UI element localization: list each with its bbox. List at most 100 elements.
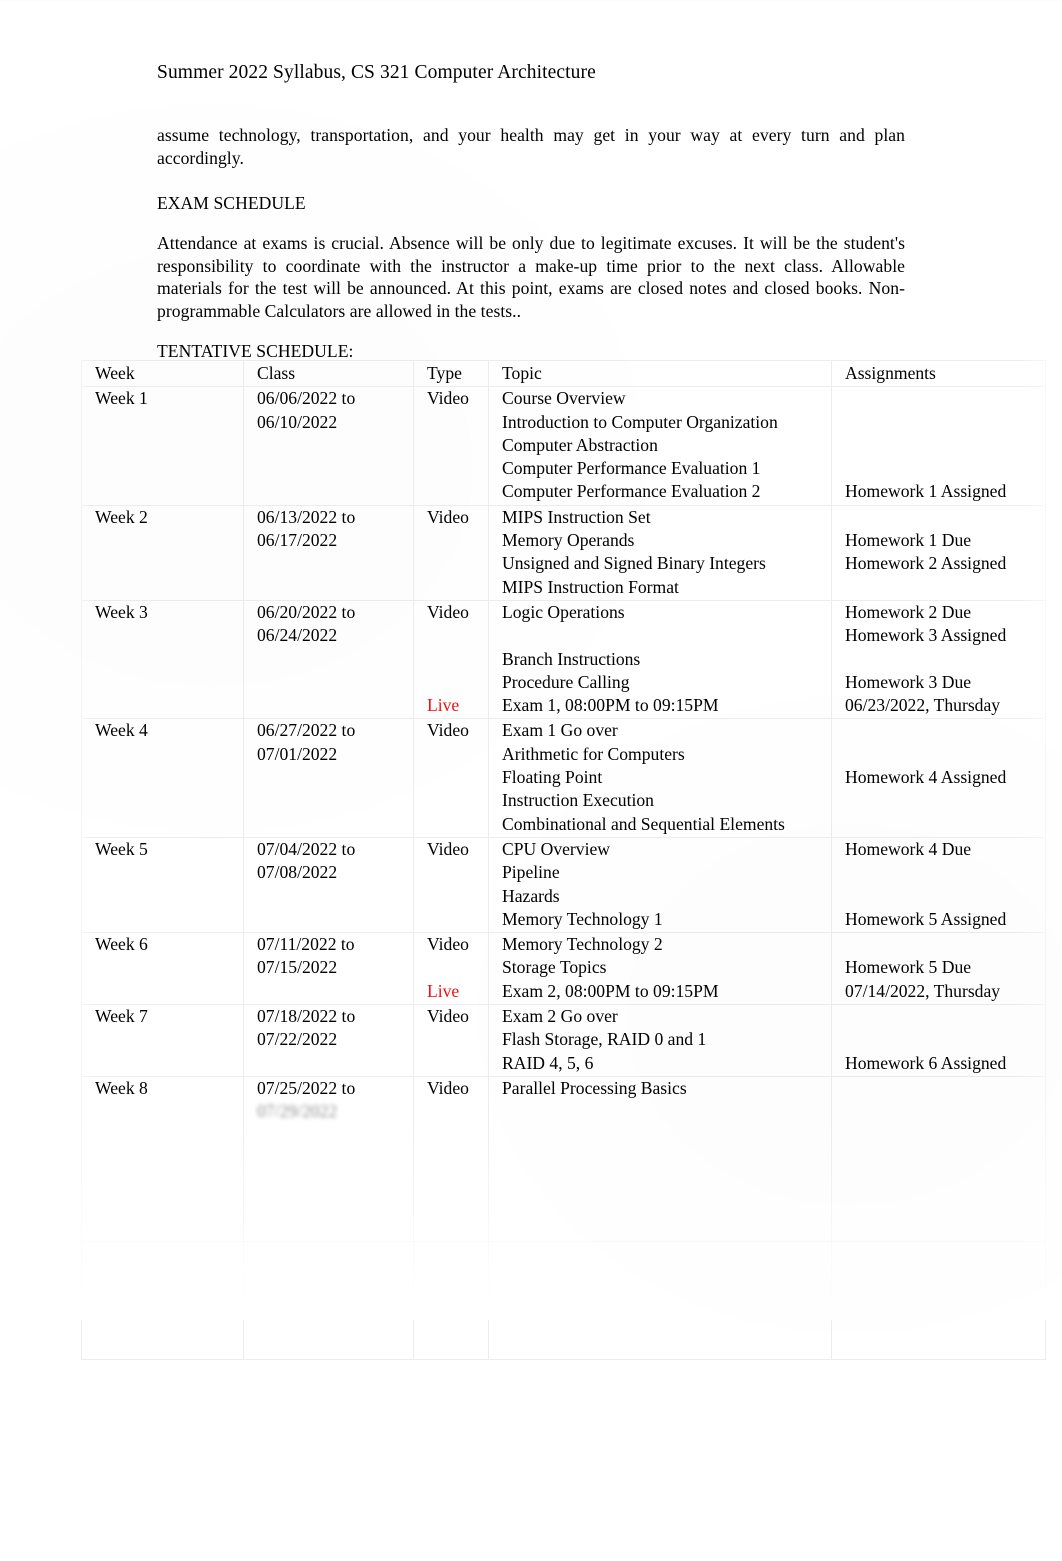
cell-topic-lines bbox=[502, 1242, 825, 1358]
cell-type-lines: Video Live bbox=[427, 601, 482, 717]
cell-class-line: 06/13/2022 to bbox=[257, 506, 356, 527]
ghost-line bbox=[427, 1289, 482, 1312]
cell-topic-lines: Exam 1 Go over Arithmetic for Computers Fl… bbox=[502, 719, 825, 835]
table-row: Week 2 06/13/2022 to 06/17/2022 Video MIPS I… bbox=[81, 504, 1046, 601]
cell-topic: Course Overview Introduction to Computer … bbox=[488, 386, 832, 506]
cell-assignments-line bbox=[845, 387, 1039, 410]
ghost-line bbox=[502, 1289, 825, 1312]
cell-assignments: Homework 4 Due Homework 5 Assigned bbox=[831, 836, 1046, 934]
cell-topic-lines: Parallel Processing Basics bbox=[502, 1077, 825, 1240]
cell-class-lines: 06/27/2022 to 07/01/2022 bbox=[257, 719, 407, 766]
cell-topic-line: Pipeline bbox=[502, 862, 560, 883]
ghost-line bbox=[845, 1217, 1039, 1240]
tentative-schedule-table: Week Class Type Topic Assignments Week 1… bbox=[81, 359, 1046, 1361]
cell-type-line bbox=[427, 671, 482, 694]
ghost-line bbox=[502, 1193, 825, 1216]
cell-week-line: Week 8 bbox=[95, 1077, 148, 1098]
cell-topic-line bbox=[502, 1124, 825, 1147]
ghost-line bbox=[257, 1147, 407, 1170]
cell-assignments-line bbox=[845, 1147, 1039, 1170]
cell-type-lines: Video bbox=[427, 1005, 482, 1028]
cell-week-lines: Week 2 bbox=[95, 506, 237, 529]
cell-class-lines: 07/25/2022 to 07/29/2022 bbox=[257, 1077, 407, 1170]
cell-class: 06/27/2022 to 07/01/2022 bbox=[243, 718, 414, 838]
cell-topic-line: Introduction to Computer Organization bbox=[502, 411, 778, 432]
paragraph-assume: assume technology, transportation, and y… bbox=[157, 124, 905, 169]
table-row: Week 1 06/06/2022 to 06/10/2022 Video Course… bbox=[81, 386, 1046, 506]
cell-class-line: 06/06/2022 to bbox=[257, 388, 356, 409]
cell-topic-line: Computer Performance Evaluation 1 bbox=[502, 458, 761, 479]
cell-week: Week 6 bbox=[81, 932, 244, 1006]
cell-type-lines: Video bbox=[427, 1077, 482, 1240]
cell-class-line: 07/25/2022 to bbox=[257, 1077, 356, 1098]
cell-type-line: Video bbox=[427, 720, 469, 741]
ghost-line bbox=[257, 1289, 407, 1312]
cell-assignments: Homework 5 Due 07/14/2022, Thursday bbox=[831, 932, 1046, 1006]
cell-type-line: Live bbox=[427, 695, 460, 716]
ghost-line bbox=[95, 1265, 237, 1288]
ghost-line bbox=[427, 1217, 482, 1240]
cell-assignments: Homework 1 Assigned bbox=[831, 386, 1046, 506]
cell-assignments-line bbox=[845, 743, 1039, 766]
cell-assignments-line bbox=[845, 434, 1039, 457]
cell-week-line: Week 6 bbox=[95, 934, 148, 955]
cell-type-line bbox=[427, 648, 482, 671]
cell-assignments-line bbox=[845, 1124, 1039, 1147]
cell-assignments-line bbox=[845, 1028, 1039, 1051]
cell-topic-line: Memory Technology 2 bbox=[502, 934, 663, 955]
cell-assignments-lines: Homework 2 Due Homework 3 Assigned Homewo… bbox=[845, 601, 1039, 717]
cell-topic-line bbox=[502, 1265, 825, 1288]
cell-assignments bbox=[831, 1240, 1046, 1361]
cell-class-line: 06/24/2022 bbox=[257, 625, 338, 646]
cell-assignments-line bbox=[845, 933, 1039, 956]
cell-week: Week 3 bbox=[81, 599, 244, 720]
cell-topic-line: Branch Instructions bbox=[502, 648, 641, 669]
cell-topic: Parallel Processing Basics bbox=[488, 1075, 832, 1242]
cell-class-line: 07/08/2022 bbox=[257, 862, 338, 883]
cell-topic-lines: Memory Technology 2 Storage Topics Exam 2,… bbox=[502, 933, 825, 1003]
cell-class: 07/11/2022 to 07/15/2022 bbox=[243, 932, 414, 1006]
cell-topic-lines: Exam 2 Go over Flash Storage, RAID 0 and … bbox=[502, 1005, 825, 1075]
cell-assignments-line bbox=[845, 576, 1039, 599]
cell-type-line: Video bbox=[427, 1006, 469, 1027]
table-row: Week 6 07/11/2022 to 07/15/2022 Video Live M… bbox=[81, 932, 1046, 1006]
cell-assignments-lines bbox=[845, 1242, 1039, 1335]
cell-topic-line: Memory Operands bbox=[502, 530, 635, 551]
cell-type: Video bbox=[413, 504, 489, 601]
cell-week-lines: Week 3 bbox=[95, 601, 237, 624]
cell-topic-line: Exam 2, 08:00PM to 09:15PM bbox=[502, 980, 719, 1001]
table-header: Week Class Type Topic Assignments bbox=[81, 359, 1046, 388]
cell-week-lines: Week 4 bbox=[95, 719, 237, 742]
cell-topic-line: CPU Overview bbox=[502, 838, 610, 859]
ghost-line bbox=[502, 1217, 825, 1240]
cell-class: 07/04/2022 to 07/08/2022 bbox=[243, 836, 414, 934]
ghost-line bbox=[95, 1312, 237, 1335]
cell-topic-line: Floating Point bbox=[502, 767, 603, 788]
cell-class-line: 06/27/2022 to bbox=[257, 720, 356, 741]
cell-assignments-line: Homework 5 Assigned bbox=[845, 908, 1007, 929]
cell-type-line: Video bbox=[427, 388, 469, 409]
cell-assignments-line: Homework 2 Due bbox=[845, 601, 972, 622]
cell-assignments-line bbox=[845, 719, 1039, 742]
cell-topic: Exam 2 Go over Flash Storage, RAID 0 and … bbox=[488, 1004, 832, 1077]
cell-type-line bbox=[427, 1147, 482, 1170]
cell-class-lines: 07/18/2022 to 07/22/2022 bbox=[257, 1005, 407, 1052]
cell-assignments: Homework 4 Assigned bbox=[831, 718, 1046, 838]
cell-class-line: 07/18/2022 to bbox=[257, 1006, 356, 1027]
cell-type-line bbox=[427, 1124, 482, 1147]
cell-week-lines bbox=[95, 1242, 237, 1335]
cell-topic-line: MIPS Instruction Set bbox=[502, 506, 651, 527]
cell-type-line: Video bbox=[427, 506, 469, 527]
cell-assignments-lines: Homework 4 Assigned bbox=[845, 719, 1039, 835]
cell-assignments-line: Homework 1 Assigned bbox=[845, 481, 1007, 502]
cell-topic-lines: Course Overview Introduction to Computer … bbox=[502, 387, 825, 503]
cell-week-lines: Week 7 bbox=[95, 1005, 237, 1028]
cell-assignments: Homework 6 Assigned bbox=[831, 1004, 1046, 1077]
column-header-assignments: Assignments bbox=[831, 359, 1046, 388]
cell-assignments-lines: Homework 1 Assigned bbox=[845, 387, 1039, 503]
cell-topic: Memory Technology 2 Storage Topics Exam 2,… bbox=[488, 932, 832, 1006]
cell-type-line: Video bbox=[427, 601, 469, 622]
cell-assignments-line: Homework 5 Due bbox=[845, 957, 972, 978]
cell-assignments-line: Homework 3 Assigned bbox=[845, 625, 1007, 646]
cell-type-lines: Video bbox=[427, 387, 482, 410]
